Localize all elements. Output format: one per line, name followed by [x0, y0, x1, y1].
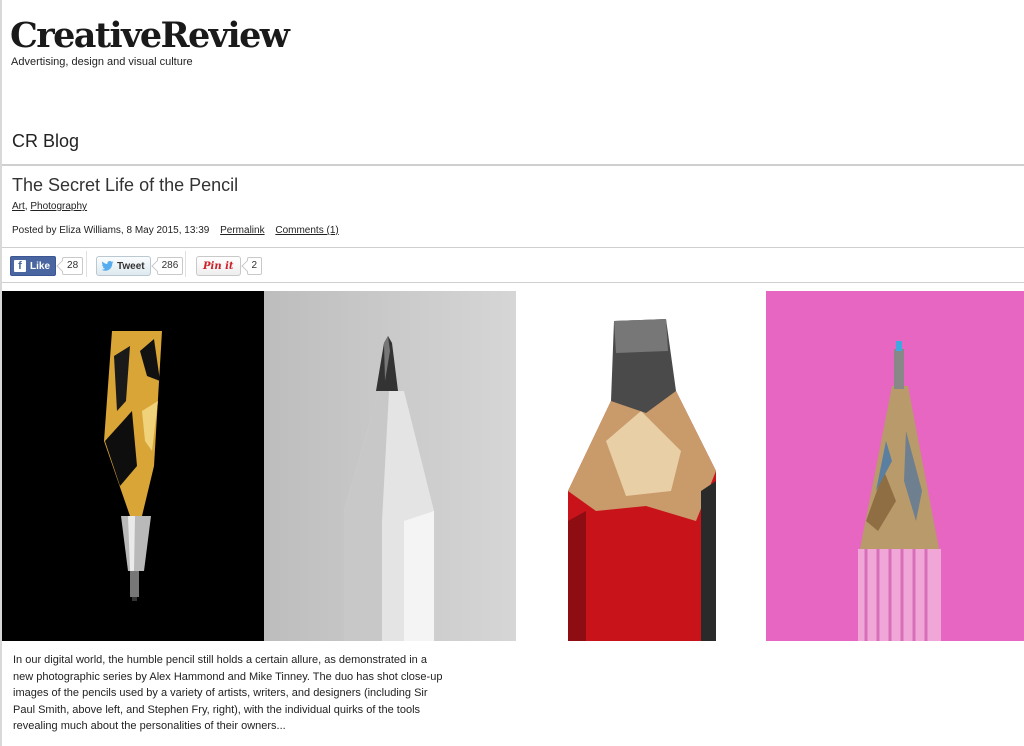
pink-pencil-image — [766, 291, 1024, 641]
pencil-photo-pink[interactable] — [766, 291, 1024, 641]
section-title[interactable]: CR Blog — [12, 131, 79, 152]
pin-count: 2 — [246, 257, 263, 275]
site-logo[interactable]: CreativeReview — [10, 14, 290, 58]
comments-link[interactable]: Comments (1) — [275, 225, 338, 236]
yellow-pencil-image — [2, 291, 264, 641]
share-separator — [185, 251, 186, 277]
site-tagline: Advertising, design and visual culture — [11, 56, 193, 68]
twitter-bird-icon — [101, 261, 114, 271]
meta-divider — [2, 247, 1024, 248]
tweet-label: Tweet — [117, 260, 145, 272]
category-link-photography[interactable]: Photography — [30, 201, 87, 212]
facebook-like-count: 28 — [62, 257, 84, 275]
facebook-share: f Like 28 — [10, 255, 84, 277]
pencil-photo-grey[interactable] — [264, 291, 516, 641]
twitter-share: Tweet 286 — [96, 255, 184, 277]
share-divider — [2, 282, 1024, 283]
post-meta: Posted by Eliza Williams, 8 May 2015, 13… — [12, 225, 339, 236]
post-byline: Posted by Eliza Williams, 8 May 2015, 13… — [12, 225, 210, 236]
red-pencil-image — [516, 291, 766, 641]
tweet-button[interactable]: Tweet — [96, 256, 151, 276]
category-link-art[interactable]: Art — [12, 201, 25, 212]
pencil-photo-black[interactable] — [2, 291, 264, 641]
grey-pencil-image — [264, 291, 516, 641]
post-title[interactable]: The Secret Life of the Pencil — [12, 175, 238, 196]
post-excerpt: In our digital world, the humble pencil … — [13, 654, 443, 732]
pinterest-icon: Pin it — [203, 260, 234, 272]
pencil-photo-red[interactable] — [516, 291, 766, 641]
permalink-link[interactable]: Permalink — [220, 225, 264, 236]
pinterest-share: Pin it 2 — [196, 255, 263, 277]
facebook-like-label: Like — [30, 260, 51, 272]
pencil-photo-gallery[interactable] — [2, 291, 1024, 641]
share-separator — [86, 251, 87, 277]
facebook-icon: f — [14, 260, 26, 272]
section-divider — [2, 164, 1024, 166]
facebook-like-button[interactable]: f Like — [10, 256, 57, 276]
post-categories: Art, Photography — [12, 201, 87, 212]
pin-it-button[interactable]: Pin it — [196, 256, 241, 276]
tweet-count: 286 — [156, 257, 184, 275]
